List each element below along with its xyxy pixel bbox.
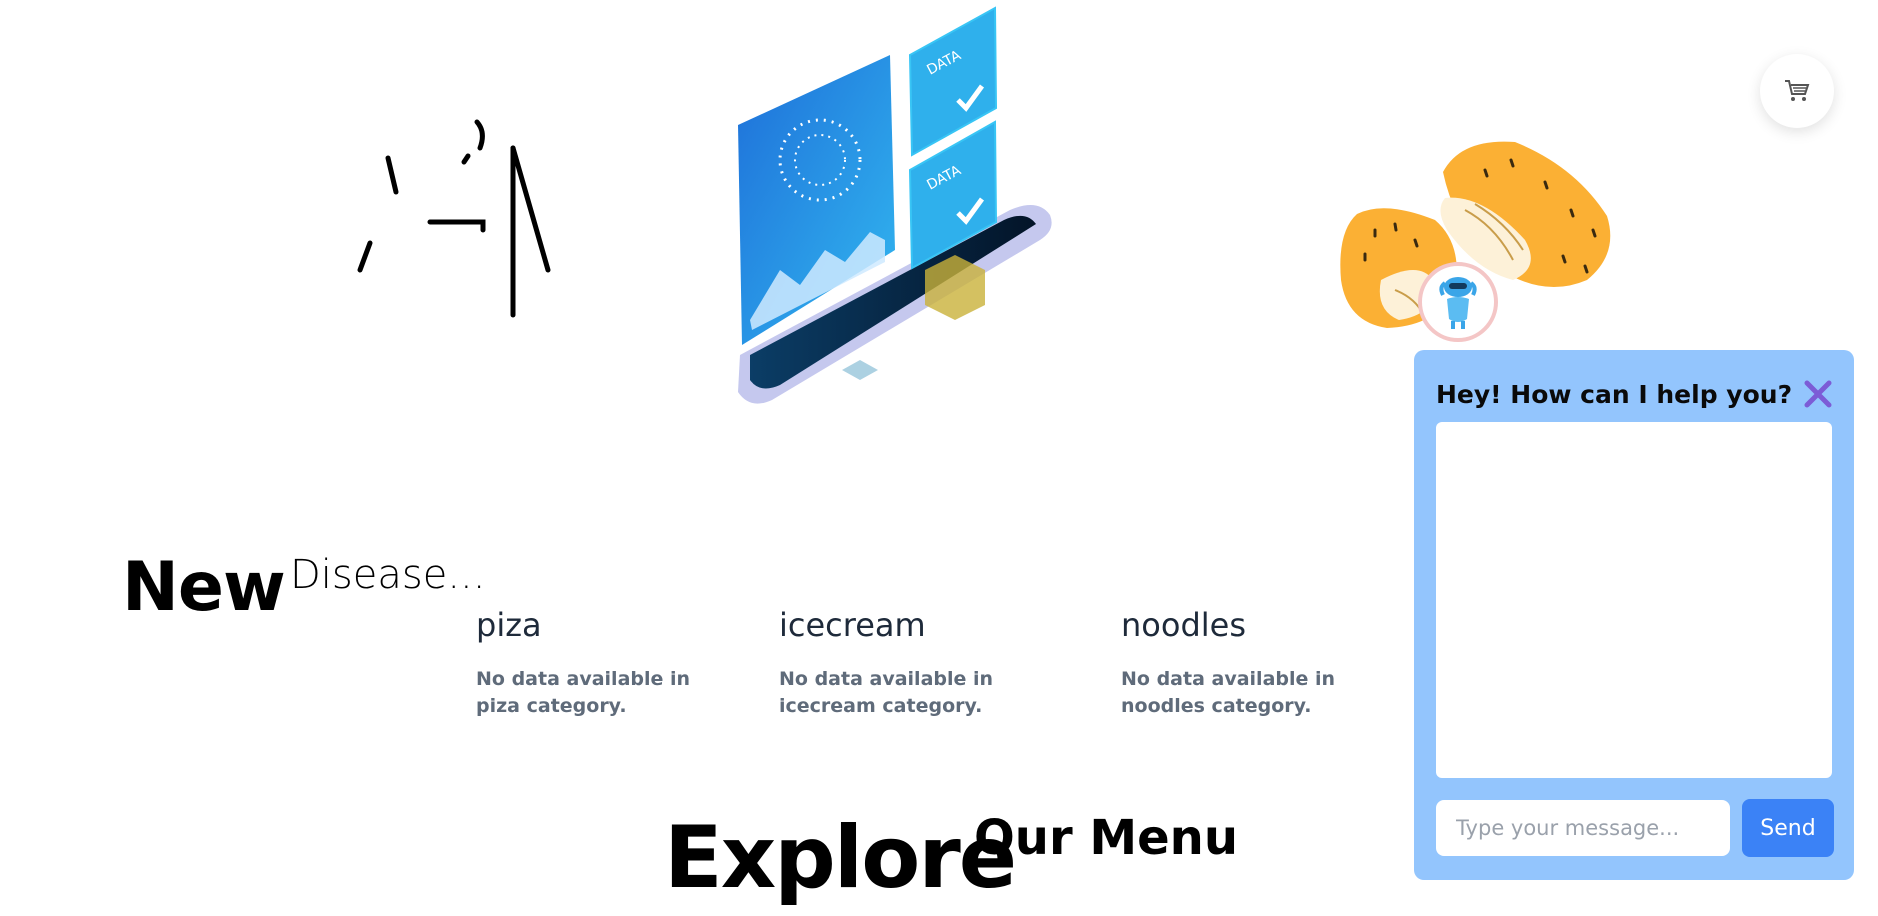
category-empty-message: No data available in noodles category.: [1121, 668, 1336, 717]
cart-button[interactable]: [1760, 54, 1834, 128]
new-heading: New: [122, 548, 286, 627]
send-button[interactable]: Send: [1742, 799, 1834, 857]
chat-title: Hey! How can I help you?: [1436, 380, 1793, 409]
category-noodles: noodles No data available in noodles cat…: [1121, 606, 1401, 720]
category-empty-message: No data available in icecream category.: [779, 668, 994, 717]
close-icon: [1804, 380, 1832, 408]
category-empty-message: No data available in piza category.: [476, 668, 691, 717]
robot-icon: [1439, 277, 1477, 329]
category-piza: piza No data available in piza category.: [476, 606, 726, 720]
chat-messages-area: [1436, 422, 1832, 778]
category-title: piza: [476, 606, 542, 644]
category-title: noodles: [1121, 606, 1246, 644]
chat-close-button[interactable]: [1800, 376, 1836, 412]
our-menu-heading: Our Menu: [974, 810, 1239, 866]
explore-heading: Explore: [664, 808, 1017, 908]
category-title: icecream: [779, 606, 926, 644]
chat-message-input[interactable]: [1436, 800, 1730, 856]
category-icecream: icecream No data available in icecream c…: [779, 606, 1059, 720]
data-phone-illustration: DATA DATA: [738, 6, 1052, 404]
chat-panel: Hey! How can I help you? Send: [1414, 350, 1854, 880]
chatbot-avatar-button[interactable]: [1418, 262, 1498, 342]
cart-icon: [1785, 80, 1810, 101]
doodle-strokes: [357, 119, 551, 318]
disease-typing-text: Disease...: [290, 552, 486, 598]
